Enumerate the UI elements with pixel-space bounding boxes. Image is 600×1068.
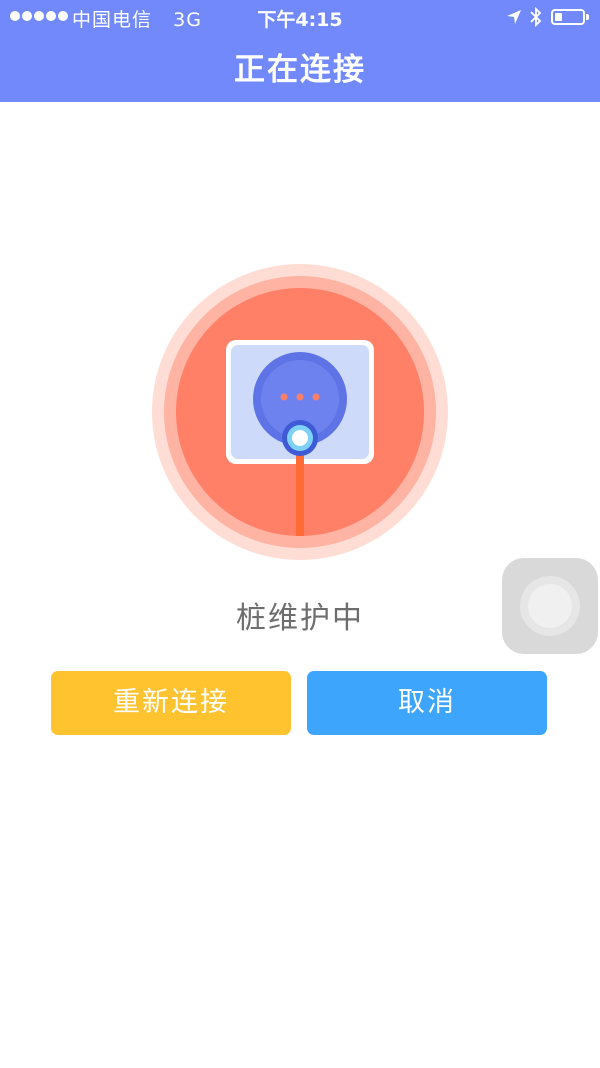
- cancel-button[interactable]: 取消: [307, 671, 547, 735]
- battery-icon: [551, 9, 589, 25]
- header-bar: 中国电信 3G 下午4:15 正在连接: [0, 0, 600, 102]
- charging-pile-plug-icon: [152, 264, 448, 560]
- assistive-touch-button[interactable]: [502, 558, 598, 654]
- reconnect-button[interactable]: 重新连接: [51, 671, 291, 735]
- status-bar: 中国电信 3G 下午4:15: [0, 0, 600, 34]
- page-title: 正在连接: [234, 52, 366, 88]
- assistive-touch-icon: [520, 576, 580, 636]
- bluetooth-icon: [530, 7, 542, 27]
- location-arrow-icon: [507, 10, 521, 24]
